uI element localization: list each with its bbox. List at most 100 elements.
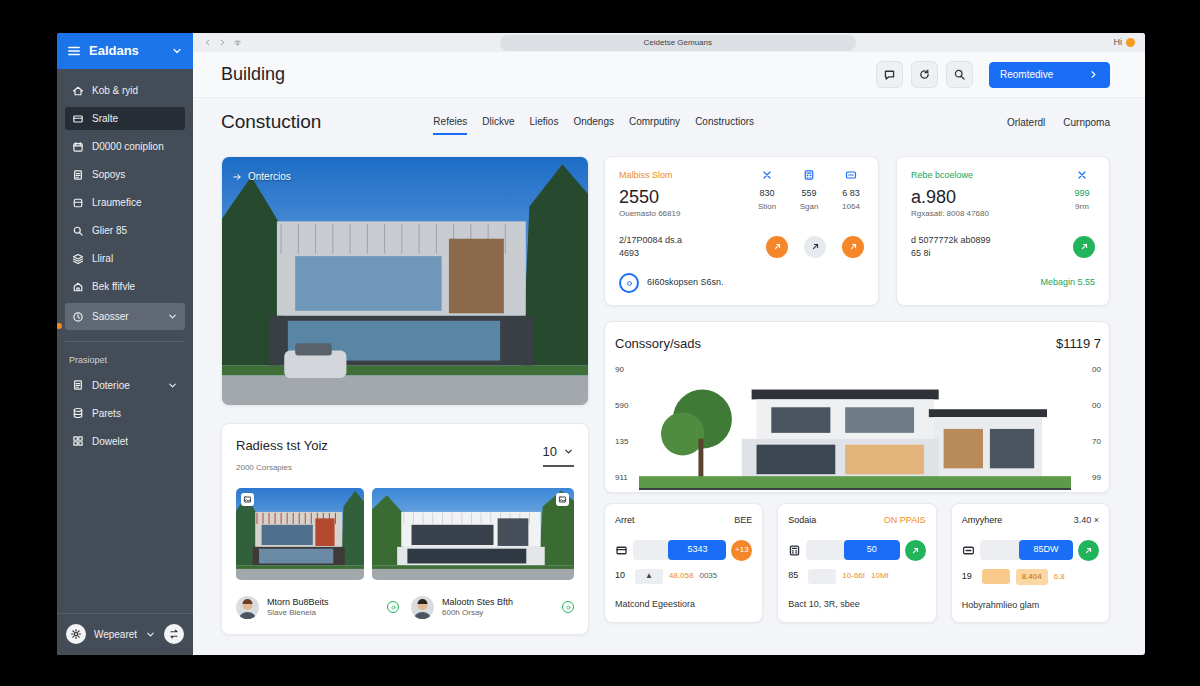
action-button[interactable]: Reomtedive [989,62,1110,88]
sidebar-item[interactable]: D0000 coniplion [57,135,193,158]
tab[interactable]: Refeies [433,110,467,135]
swap-button[interactable] [164,624,184,644]
sidebar-item[interactable]: Saosser [57,303,193,330]
sidebar-item-body[interactable]: Doterioe [65,374,185,397]
stat-top: Rebe bcoelowea.980Rgxasatl: 8008 4768099… [911,169,1095,220]
tab[interactable]: Liefios [529,110,558,135]
tab[interactable]: Ondengs [573,110,614,135]
metric-title: Sodaia [788,514,816,528]
sidebar-item-body[interactable]: Dowelet [65,430,185,453]
content-area: ConstuctionRefeiesDlickveLiefiosOndengsC… [193,98,1145,655]
sidebar-item[interactable]: Lraumefice [57,191,193,214]
sidebar-item-label[interactable]: Bek ffifvle [92,279,135,294]
hero-label: Ontercios [232,169,291,184]
metric-badge[interactable]: +13 [731,540,752,561]
sidebar-item-label[interactable]: D0000 coniplion [92,139,164,154]
gallery-photo[interactable] [236,488,364,580]
stat-mini-value: 830 [759,187,774,201]
person[interactable]: Mtorn Bu8BeitsSlave Bieneia [236,596,399,619]
menu-item-icon [72,169,84,181]
sidebar-item-label[interactable]: Dowelet [92,434,128,449]
sidebar-item[interactable]: Glier 85 [57,219,193,242]
workspace-label[interactable]: Wepearet [94,627,137,642]
header-link[interactable]: Curnpoma [1063,115,1110,130]
sidebar-item-label[interactable]: Sopoys [92,167,125,182]
ring-icon [390,604,397,611]
sidebar-item[interactable]: Parets [57,402,193,425]
sidebar-item-label[interactable]: Lraumefice [92,195,141,210]
contact-icon[interactable] [562,601,574,613]
sidebar-brand[interactable]: Ealdans [57,33,193,69]
sidebar-item-body[interactable]: Sralte [65,107,185,130]
sidebar-item[interactable]: Doterioe [57,374,193,397]
gallery-count[interactable]: 10 [543,442,557,462]
sidebar-item[interactable]: Dowelet [57,430,193,453]
metric-badge-text: +13 [735,544,749,556]
sidebar-item-body[interactable]: Sopoys [65,163,185,186]
sidebar-item-body[interactable]: Bek ffifvle [65,275,185,298]
stat-middle: d 5077772k ab089965 8i [911,234,1095,258]
stat-lines: 2/17P0084 ds.a4693 [619,234,682,258]
sidebar-item-body[interactable]: Kob & ryid [65,79,185,102]
chat-button[interactable] [876,61,903,88]
sidebar-item[interactable]: Lliral [57,247,193,270]
metric-bar-row: 50 [788,540,925,561]
sidebar-item-label[interactable]: Doterioe [92,378,130,393]
sidebar-item[interactable]: Bek ffifvle [57,275,193,298]
sidebar-footer[interactable]: Wepearet [57,613,193,655]
hero-label-text: Ontercios [248,169,291,184]
stat-footer-text: Mebagin 5.55 [1040,276,1095,290]
contact-icon[interactable] [387,601,399,613]
person-name[interactable]: Malootn Stes Bfth [442,597,513,608]
metric-badge[interactable] [1078,540,1099,561]
window-title[interactable]: Ceidetse Gemuans [500,35,856,51]
gallery-count-select[interactable]: 10 [543,442,574,467]
sidebar-item-body[interactable]: Lraumefice [65,191,185,214]
sidebar-item-label[interactable]: Glier 85 [92,223,127,238]
tab[interactable]: Comrputiny [629,110,680,135]
sidebar-item-label[interactable]: Saosser [92,309,129,324]
sidebar-item-label[interactable]: Sralte [92,111,118,126]
sidebar-item-label[interactable]: Lliral [92,251,113,266]
metric-bar: 85DW [980,540,1073,560]
search-button[interactable] [946,61,973,88]
sidebar-item[interactable]: Sralte [57,107,193,130]
metric-badge[interactable] [905,540,926,561]
sidebar-item[interactable]: Kob & ryid [57,79,193,102]
action-dot[interactable] [766,236,788,258]
person[interactable]: Malootn Stes Bfth600h Orsay [411,596,574,619]
sidebar-item-label[interactable]: Kob & ryid [92,83,138,98]
photo-chip[interactable] [556,493,569,506]
refresh-button[interactable] [911,61,938,88]
action-dot[interactable] [1073,236,1095,258]
person-name[interactable]: Mtorn Bu8Beits [267,597,329,608]
action-dot[interactable] [842,236,864,258]
chart-card: Conssory/sads$1119 79059013591100007099 [604,321,1110,493]
action-button-label[interactable]: Reomtedive [1000,67,1053,82]
avatar [411,596,434,619]
metric-card: SodaiaON PPAIS508510-66I10MIBact 10, 3R,… [777,503,936,623]
sidebar-item-label[interactable]: Parets [92,406,121,421]
footer-icon[interactable] [619,273,639,293]
gallery-photo[interactable] [372,488,574,580]
metric-number: 19 [962,570,976,584]
stat-line: 65 8i [911,247,991,259]
tab[interactable]: Constructiors [695,110,754,135]
metric-bar: 50 [806,540,899,560]
sidebar-item[interactable]: Sopoys [57,163,193,186]
sidebar-item-body[interactable]: Lliral [65,247,185,270]
tab[interactable]: Dlickve [482,110,514,135]
menu-item-icon [72,407,84,419]
hero-card[interactable]: Ontercios [221,156,589,406]
sidebar-item-body[interactable]: Saosser [65,303,185,330]
workspace-avatar[interactable] [66,624,86,644]
action-dot[interactable] [804,236,826,258]
metric-extra: 10MI [871,570,889,582]
stat-card: Rebe bcoelowea.980Rgxasatl: 8008 4768099… [896,156,1110,306]
header-link[interactable]: Orlaterdl [1007,115,1045,130]
sidebar-item-body[interactable]: D0000 coniplion [65,135,185,158]
stat-mini-label: 9rm [1075,201,1089,213]
sidebar-item-body[interactable]: Glier 85 [65,219,185,242]
sidebar-item-body[interactable]: Parets [65,402,185,425]
photo-chip[interactable] [241,493,254,506]
